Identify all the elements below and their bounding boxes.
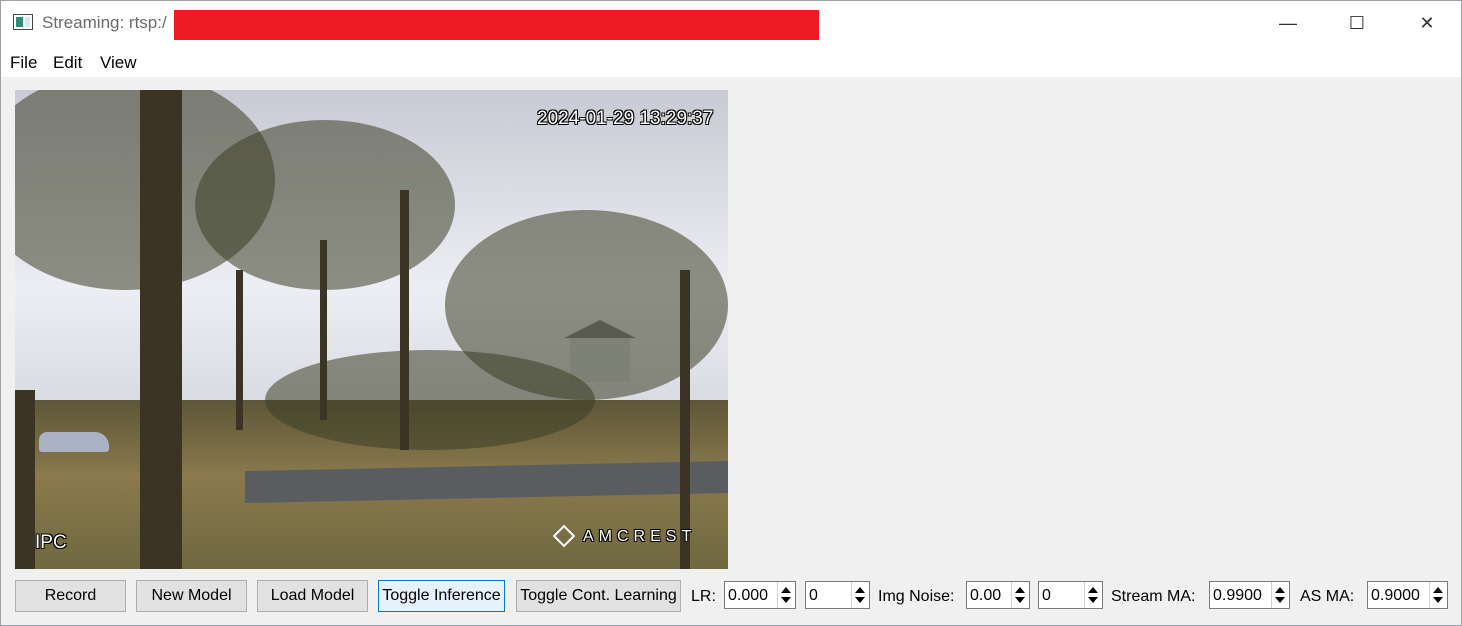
lr-value: 0.000 xyxy=(728,587,769,604)
img-noise-step-spin-arrows[interactable] xyxy=(1084,582,1102,608)
arrow-up-icon[interactable] xyxy=(855,587,865,593)
lr-spinbox[interactable]: 0.000 xyxy=(724,581,796,609)
arrow-down-icon[interactable] xyxy=(1015,597,1025,603)
arrow-down-icon[interactable] xyxy=(781,597,791,603)
bushes xyxy=(265,350,595,450)
lr-step-value: 0 xyxy=(809,587,818,604)
video-feed: 2024-01-29 13:29:37 IPC AMCREST xyxy=(15,90,728,569)
title-bar[interactable]: Streaming: rtsp:/ — ☐ ✕ xyxy=(1,1,1461,45)
menu-view[interactable]: View xyxy=(100,53,137,73)
stream-ma-label: Stream MA: xyxy=(1111,588,1196,605)
img-noise-spinbox[interactable]: 0.00 xyxy=(966,581,1030,609)
stream-ma-spinbox[interactable]: 0.9900 xyxy=(1209,581,1290,609)
stream-ma-value: 0.9900 xyxy=(1213,587,1262,604)
tree-trunk xyxy=(140,90,182,569)
toggle-cont-learning-button[interactable]: Toggle Cont. Learning xyxy=(516,580,681,612)
arrow-down-icon[interactable] xyxy=(1433,597,1443,603)
window-title: Streaming: rtsp:/ xyxy=(42,13,167,32)
tree-trunk xyxy=(400,190,409,450)
stream-ma-spin-arrows[interactable] xyxy=(1271,582,1289,608)
redacted-url-bar xyxy=(174,10,819,40)
arrow-up-icon[interactable] xyxy=(781,587,791,593)
as-ma-label: AS MA: xyxy=(1300,588,1355,605)
arrow-up-icon[interactable] xyxy=(1433,587,1443,593)
video-timestamp: 2024-01-29 13:29:37 xyxy=(537,108,714,129)
load-model-button[interactable]: Load Model xyxy=(257,580,368,612)
arrow-up-icon[interactable] xyxy=(1275,587,1285,593)
maximize-button[interactable]: ☐ xyxy=(1327,1,1387,45)
img-noise-step-value: 0 xyxy=(1042,587,1051,604)
menu-file[interactable]: File xyxy=(10,53,37,73)
lr-step-spin-arrows[interactable] xyxy=(851,582,869,608)
tree-trunk xyxy=(15,390,35,569)
lr-step-spinbox[interactable]: 0 xyxy=(805,581,870,609)
arrow-up-icon[interactable] xyxy=(1015,587,1025,593)
video-brand: AMCREST xyxy=(583,528,697,545)
tree-trunk xyxy=(236,270,243,430)
app-icon xyxy=(13,14,33,30)
arrow-down-icon[interactable] xyxy=(1088,597,1098,603)
app-window: Streaming: rtsp:/ — ☐ ✕ File Edit View 2… xyxy=(0,0,1462,626)
toggle-inference-button[interactable]: Toggle Inference xyxy=(378,580,505,612)
as-ma-spinbox[interactable]: 0.9000 xyxy=(1367,581,1448,609)
img-noise-spin-arrows[interactable] xyxy=(1011,582,1029,608)
minimize-button[interactable]: — xyxy=(1258,1,1318,45)
img-noise-step-spinbox[interactable]: 0 xyxy=(1038,581,1103,609)
menu-bar: File Edit View xyxy=(1,45,1461,77)
video-car xyxy=(39,432,109,452)
video-label: IPC xyxy=(35,532,67,553)
new-model-button[interactable]: New Model xyxy=(136,580,247,612)
arrow-down-icon[interactable] xyxy=(855,597,865,603)
arrow-down-icon[interactable] xyxy=(1275,597,1285,603)
menu-edit[interactable]: Edit xyxy=(53,53,82,73)
arrow-up-icon[interactable] xyxy=(1088,587,1098,593)
as-ma-spin-arrows[interactable] xyxy=(1429,582,1447,608)
tree-trunk xyxy=(320,240,327,420)
lr-label: LR: xyxy=(691,588,716,605)
img-noise-label: Img Noise: xyxy=(878,588,955,605)
close-button[interactable]: ✕ xyxy=(1397,1,1457,45)
as-ma-value: 0.9000 xyxy=(1371,587,1420,604)
record-button[interactable]: Record xyxy=(15,580,126,612)
tree-trunk xyxy=(680,270,690,569)
img-noise-value: 0.00 xyxy=(970,587,1002,604)
lr-spin-arrows[interactable] xyxy=(777,582,795,608)
